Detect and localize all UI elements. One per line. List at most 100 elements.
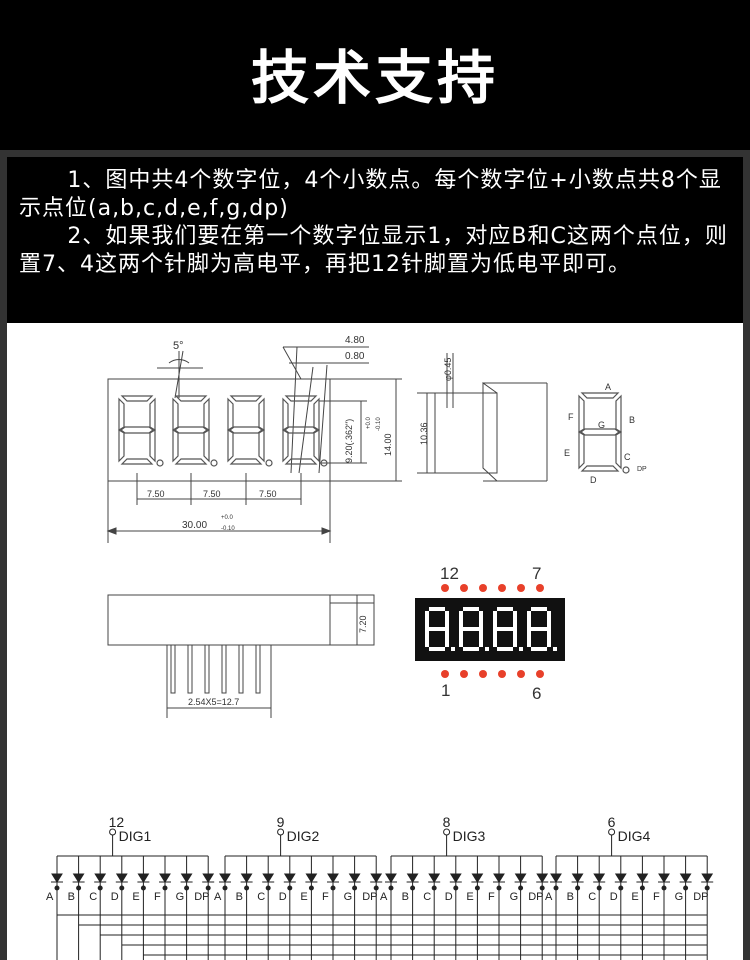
photo-pin-bottom-3	[479, 670, 487, 678]
dim-920: 9.20(.362")	[344, 419, 354, 463]
pin-set	[170, 644, 261, 694]
schematic-pin-8: 8	[443, 814, 451, 830]
schematic-seg-1-dp: DP	[194, 891, 209, 903]
schematic-digit-4: 6DIG4 A B C D E F G DP	[545, 814, 714, 960]
bottom-body	[107, 594, 331, 646]
tol-minus: -0.10	[221, 526, 235, 532]
tol-minus-v: -0.10	[376, 417, 382, 431]
photo-pin-top-6	[536, 584, 544, 592]
note-1: 1、图中共4个数字位，4个小数点。每个数字位+小数点共8个显示点位(a,b,c,…	[19, 168, 722, 221]
schematic-seg-3-c: C	[423, 891, 431, 903]
schematic-seg-3-f: F	[488, 891, 495, 903]
diode-4-a	[550, 873, 562, 883]
diode-2-f	[327, 873, 339, 883]
diagram-drawing: 5° 4.80 0.80 7.50 7.50 7.50 30.00 +0.0 -…	[46, 335, 714, 960]
diode-2-a	[219, 873, 231, 883]
dim-750-b: 7.50	[203, 489, 221, 499]
schematic-seg-1-b: B	[68, 891, 75, 903]
photo-pin-top-3	[479, 584, 487, 592]
schematic-digit-3: 8DIG3 A B C D E F G DP	[380, 814, 549, 960]
diode-3-e	[471, 873, 484, 883]
diode-2-e	[305, 873, 318, 883]
schematic-seg-1-g: G	[176, 891, 185, 903]
schematic-seg-2-c: C	[257, 891, 265, 903]
schematic-dig1: DIG1	[119, 828, 152, 844]
diode-2-g	[348, 873, 361, 883]
photo-pin-top-4	[498, 584, 506, 592]
photo-pin-12: 12	[440, 564, 459, 583]
seg-label-f: F	[568, 412, 574, 422]
schematic-seg-4-e: E	[631, 891, 638, 903]
photo-pin-bottom-1	[441, 670, 449, 678]
dim-pitch: 2.54X5=12.7	[188, 697, 239, 707]
pin-6	[255, 644, 261, 694]
schematic-dig3: DIG3	[453, 828, 486, 844]
diode-2-dp	[370, 873, 383, 883]
schematic-seg-4-c: C	[588, 891, 596, 903]
note-2: 2、如果我们要在第一个数字位显示1，对应B和C这两个点位，则置7、4这两个针脚为…	[19, 224, 728, 277]
dim-1036: 10.36	[419, 422, 429, 445]
photo-pin-top-5	[517, 584, 525, 592]
dim-045: φ0.45	[443, 358, 453, 381]
seg-label-e: E	[564, 448, 570, 458]
dim-3000: 30.00	[182, 520, 207, 531]
schematic-dig4: DIG4	[618, 828, 651, 844]
diode-1-c	[94, 873, 107, 883]
diode-3-b	[406, 873, 419, 883]
side-body	[434, 392, 498, 474]
schematic-seg-2-a: A	[214, 891, 222, 903]
diode-2-c	[262, 873, 275, 883]
tol-plus-v: +0.0	[366, 416, 372, 429]
diode-3-a	[385, 873, 397, 883]
diode-1-e	[137, 873, 150, 883]
diode-3-dp	[536, 873, 549, 883]
photo-pin-bottom-4	[498, 670, 506, 678]
schematic-seg-1-a: A	[46, 891, 54, 903]
schematic-seg-3-dp: DP	[528, 891, 543, 903]
schematic-seg-1-f: F	[154, 891, 161, 903]
schematic-digit-2: 9DIG2 A B C D E F G DP	[214, 814, 383, 960]
schematic: 12DIG1A B C D E F G DP9DIG2A B C D E F G DP8DIG3A B C D E F…	[46, 814, 714, 960]
schematic-seg-3-d: D	[445, 891, 453, 903]
photo-pin-6: 6	[532, 684, 541, 703]
diode-4-d	[614, 873, 627, 883]
dim-1400: 14.00	[383, 433, 393, 456]
schematic-seg-2-dp: DP	[362, 891, 377, 903]
dim-080: 0.80	[345, 351, 365, 362]
schematic-seg-4-d: D	[610, 891, 618, 903]
dim-750-c: 7.50	[259, 489, 277, 499]
schematic-dig2: DIG2	[287, 828, 320, 844]
diode-1-a	[51, 873, 63, 883]
schematic-seg-3-b: B	[402, 891, 409, 903]
pin-2	[187, 644, 193, 694]
diode-3-f	[493, 873, 505, 883]
diode-4-e	[636, 873, 649, 883]
schematic-seg-2-d: D	[279, 891, 287, 903]
diode-1-b	[72, 873, 85, 883]
schematic-seg-2-g: G	[344, 891, 353, 903]
dim-720: 7.20	[358, 615, 368, 633]
schematic-seg-3-g: G	[510, 891, 519, 903]
pin-3	[204, 644, 210, 694]
schematic-seg-4-g: G	[675, 891, 684, 903]
technical-diagram: 5° 4.80 0.80 7.50 7.50 7.50 30.00 +0.0 -…	[7, 323, 743, 960]
diode-1-f	[159, 873, 171, 883]
front-outline	[107, 378, 331, 482]
schematic-pin-6: 6	[608, 814, 616, 830]
dim-750-a: 7.50	[147, 489, 165, 499]
tol-plus: +0.0	[221, 515, 234, 521]
schematic-seg-1-d: D	[111, 891, 119, 903]
drawn-digits	[118, 395, 328, 467]
page-title: 技术支持	[250, 44, 499, 112]
dim-angle: 5°	[173, 340, 184, 352]
schematic-pin-9: 9	[277, 814, 285, 830]
seg-label-c: C	[624, 452, 631, 462]
diode-3-c	[428, 873, 441, 883]
pin-5	[238, 644, 244, 694]
photo-pin-bottom-2	[460, 670, 468, 678]
schematic-digit-1: 12DIG1A B C D E F G DP	[46, 814, 215, 960]
segment-diagram	[578, 392, 630, 474]
photo-pin-7: 7	[532, 564, 541, 583]
seg-label-g: G	[598, 420, 605, 430]
schematic-seg-3-e: E	[466, 891, 473, 903]
